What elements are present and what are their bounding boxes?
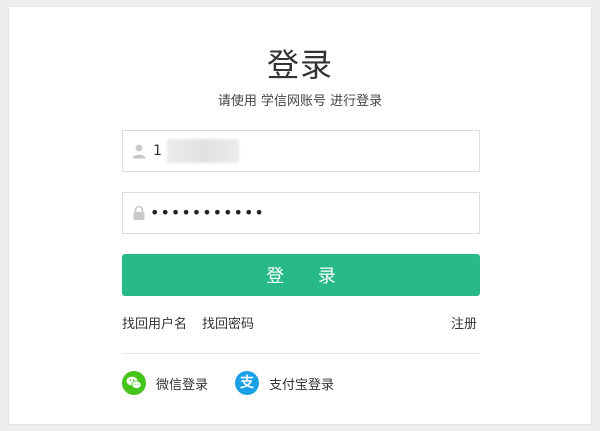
page-subtitle: 请使用 学信网账号 进行登录 bbox=[217, 94, 383, 109]
lock-icon bbox=[131, 205, 147, 221]
register-link[interactable]: 注册 bbox=[451, 313, 477, 332]
find-username-link[interactable]: 找回用户名 bbox=[122, 313, 187, 332]
alipay-login-label: 支付宝登录 bbox=[269, 377, 335, 393]
username-value: 1 bbox=[153, 143, 162, 159]
wechat-login-label: 微信登录 bbox=[156, 377, 209, 393]
divider bbox=[122, 353, 480, 354]
wechat-login-button[interactable]: 微信登录 bbox=[122, 370, 208, 396]
page-title: 登录 bbox=[266, 46, 333, 84]
user-icon bbox=[131, 143, 147, 159]
alipay-login-button[interactable]: 支 支付宝登录 bbox=[235, 370, 334, 396]
blurred-username bbox=[167, 139, 239, 163]
alipay-icon-glyph: 支 bbox=[240, 375, 254, 391]
login-button[interactable]: 登 录 bbox=[122, 254, 480, 296]
alipay-icon: 支 bbox=[235, 371, 259, 395]
find-password-link[interactable]: 找回密码 bbox=[202, 313, 254, 332]
password-value: ••••••••••• bbox=[150, 203, 265, 222]
wechat-icon bbox=[122, 371, 146, 395]
